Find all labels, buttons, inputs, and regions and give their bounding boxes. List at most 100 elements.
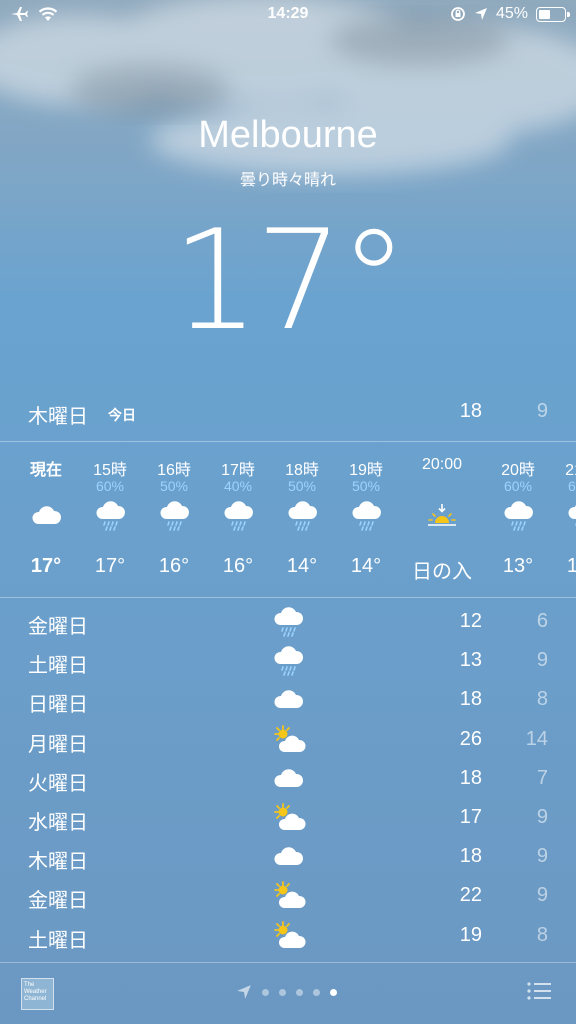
daily-row: 金曜日 22 9 (0, 876, 576, 915)
hourly-temperature: 14° (350, 555, 382, 577)
hourly-precipitation: 50% (351, 478, 381, 494)
hourly-precipitation: 50% (159, 478, 189, 494)
hourly-item: 19時 50% 14° (334, 442, 398, 597)
cloud-rain-icon (352, 501, 382, 531)
hourly-time: 15時 (93, 462, 127, 479)
daily-row: 木曜日 18 9 (0, 837, 576, 876)
sunset-icon (428, 504, 456, 526)
divider (0, 597, 576, 598)
hourly-time: 17時 (221, 462, 255, 479)
cloud-rain-icon (568, 504, 576, 526)
today-day: 木曜日 (28, 406, 88, 428)
daily-high: 22 (459, 884, 482, 907)
hourly-temperature: 日の入 (412, 561, 472, 583)
partly-sunny-icon (274, 803, 306, 830)
cloud-rain-icon (160, 501, 190, 531)
daily-day: 金曜日 (28, 616, 88, 638)
hourly-precipitation: 60% (567, 478, 576, 494)
daily-low: 8 (536, 923, 548, 946)
daily-row: 月曜日 26 14 (0, 720, 576, 759)
daily-row: 金曜日 12 6 (0, 602, 576, 641)
hourly-time: 20時 (501, 462, 535, 479)
hourly-item: 20時 60% 13° (486, 442, 550, 597)
hourly-temperature: 13° (566, 555, 576, 577)
hourly-temperature: 14° (286, 555, 318, 577)
status-right: 45% (450, 5, 570, 23)
daily-low: 7 (536, 766, 548, 789)
hourly-temperature: 17° (30, 555, 62, 577)
weather-condition: 曇り時々晴れ (239, 172, 336, 189)
logo-text: Channel (24, 996, 47, 1002)
today-row: 木曜日 今日 18 9 (0, 396, 576, 432)
location-arrow-icon (474, 8, 487, 20)
hourly-time: 21時 (565, 462, 576, 479)
hourly-item: 16時 50% 16° (142, 442, 206, 597)
cloud-rain-icon (288, 501, 318, 531)
hourly-precipitation: 60% (503, 478, 533, 494)
daily-low: 9 (536, 884, 548, 907)
weather-channel-logo[interactable]: The Weather Channel (21, 978, 54, 1010)
page-dot[interactable] (262, 988, 269, 996)
today-label: 今日 (108, 407, 136, 423)
daily-day: 水曜日 (28, 811, 88, 834)
current-temperature: 17° (171, 200, 409, 361)
daily-high: 12 (459, 610, 482, 632)
battery-icon (536, 6, 570, 22)
daily-high: 26 (459, 727, 482, 750)
partly-sunny-icon (274, 920, 306, 948)
partly-sunny-icon (274, 724, 306, 752)
daily-row: 日曜日 18 8 (0, 680, 576, 719)
logo-text: Weather (24, 989, 47, 995)
hourly-precipitation: 40% (223, 478, 253, 494)
page-dot[interactable] (330, 988, 337, 996)
location-arrow-icon (237, 985, 251, 999)
daily-day: 木曜日 (28, 851, 88, 874)
hourly-forecast[interactable]: 現在 17° 15時 60% 17° 16時 50% 16° 17時 40% 16° 18時 50% 14… (0, 442, 576, 597)
daily-row: 火曜日 18 7 (0, 759, 576, 798)
daily-low: 6 (536, 610, 548, 632)
battery-percentage: 45% (495, 5, 528, 22)
cloud-rain-icon (96, 501, 126, 531)
cloud-rain-icon (224, 501, 254, 531)
cloud-rain-icon (504, 501, 534, 531)
daily-day: 日曜日 (28, 694, 88, 717)
hourly-precipitation: 50% (287, 478, 317, 494)
cloud-icon (274, 847, 304, 866)
daily-day: 金曜日 (28, 890, 88, 913)
daily-low: 9 (536, 649, 548, 672)
daily-low: 9 (536, 805, 548, 828)
page-dot[interactable] (296, 988, 303, 996)
partly-sunny-icon (274, 881, 306, 909)
list-icon[interactable] (527, 982, 551, 1000)
daily-day: 土曜日 (28, 655, 88, 678)
hourly-item: 17時 40% 16° (206, 442, 270, 597)
daily-day: 月曜日 (28, 733, 88, 756)
battery-level (539, 9, 550, 19)
daily-high: 18 (459, 845, 482, 868)
hourly-temperature: 16° (222, 555, 254, 577)
daily-day: 火曜日 (28, 772, 88, 795)
hourly-temperature: 16° (158, 555, 190, 577)
today-high: 18 (459, 400, 482, 422)
daily-day: 土曜日 (28, 929, 88, 952)
page-dot[interactable] (313, 988, 320, 996)
page-indicator[interactable] (236, 984, 337, 1000)
logo-text: The (24, 982, 35, 988)
hourly-time: 現在 (29, 462, 62, 479)
page-dot[interactable] (279, 988, 286, 996)
hourly-item: 現在 17° (14, 442, 78, 597)
cloud-icon (32, 506, 62, 524)
cloud-icon (274, 690, 304, 709)
daily-forecast[interactable]: 金曜日 12 6 土曜日 13 9 日曜日 18 8 月曜日 26 14 火曜日 18 7 水曜日 17 9 木曜日… (0, 602, 576, 955)
cloud-rain-icon (274, 646, 304, 676)
cloud-icon (274, 768, 304, 787)
cloud-rain-icon (274, 607, 304, 637)
daily-row: 水曜日 17 9 (0, 798, 576, 837)
daily-high: 18 (459, 766, 482, 789)
bottom-toolbar: The Weather Channel (0, 962, 576, 1024)
daily-low: 8 (536, 688, 548, 711)
status-bar: 14:29 45% (0, 0, 576, 30)
daily-low: 14 (525, 727, 548, 750)
hourly-item: 18時 50% 14° (270, 442, 334, 597)
daily-high: 18 (459, 688, 482, 711)
